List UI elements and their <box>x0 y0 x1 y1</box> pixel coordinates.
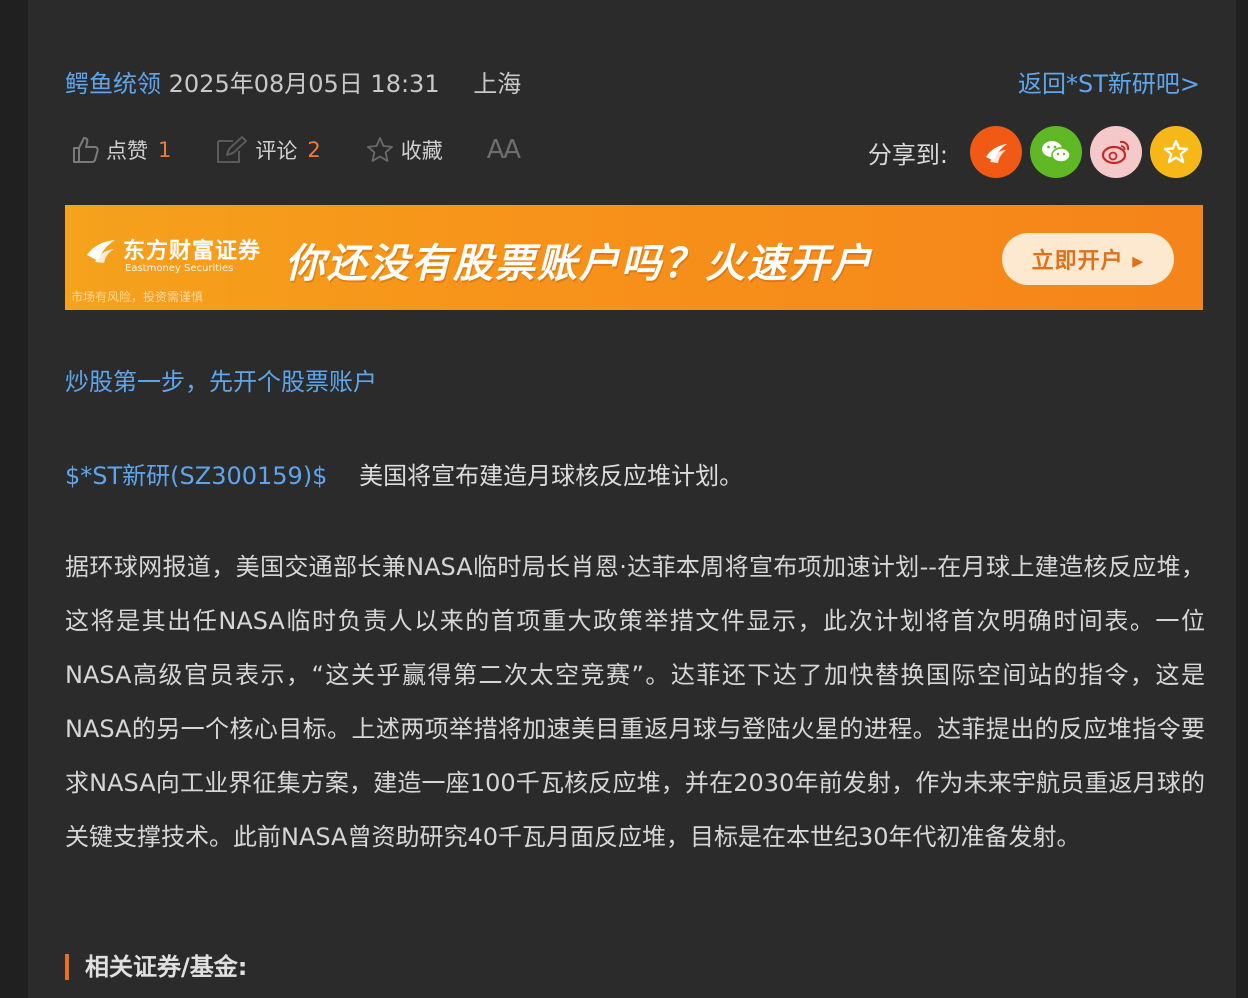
related-securities-heading: 相关证券/基金: <box>65 954 247 980</box>
post-meta: 鳄鱼统领 2025年08月05日 18:31 上海 <box>65 64 521 99</box>
banner-brand-en: Eastmoney Securities <box>125 263 234 274</box>
open-account-button[interactable]: 立即开户 ▸ <box>1002 233 1174 285</box>
thumbs-up-icon <box>73 137 99 163</box>
banner-slogan: 你还没有股票账户吗？火速开户 <box>285 241 873 287</box>
headline-text: 美国将宣布建造月球核反应堆计划。 <box>359 462 744 490</box>
banner-brand-cn: 东方财富证券 <box>123 238 262 264</box>
favorite-label: 收藏 <box>400 139 443 163</box>
eastmoney-logo-icon <box>87 240 115 263</box>
post-location: 上海 <box>473 70 522 98</box>
ad-banner[interactable]: 东方财富证券 Eastmoney Securities 市场有风险，投资需谨慎 … <box>65 205 1203 310</box>
share-bar: 分享到: <box>868 126 1202 178</box>
post-headline: $*ST新研(SZ300159)$ 美国将宣布建造月球核反应堆计划。 <box>65 456 743 491</box>
edit-comment-icon <box>217 136 248 163</box>
back-to-forum-link[interactable]: 返回*ST新研吧> <box>1018 64 1200 99</box>
star-outline-icon <box>366 137 393 162</box>
comment-button[interactable]: 评论 2 <box>215 135 321 165</box>
post-datetime: 2025年08月05日 18:31 <box>168 70 440 98</box>
favorite-star-icon <box>1163 139 1189 164</box>
weibo-icon <box>1101 140 1130 165</box>
post-body: 据环球网报道，美国交通部长兼NASA临时局长肖恩·达菲本周将宣布项加速计划--在… <box>65 553 1205 851</box>
promo-link[interactable]: 炒股第一步，先开个股票账户 <box>65 362 377 397</box>
share-favorite-button[interactable] <box>1150 126 1202 178</box>
stock-tag-link[interactable]: $*ST新研(SZ300159)$ <box>65 462 327 490</box>
favorite-button[interactable]: 收藏 <box>365 135 443 165</box>
eastmoney-icon <box>986 144 1007 163</box>
font-size-button[interactable]: AA <box>487 135 521 165</box>
share-eastmoney-button[interactable] <box>970 126 1022 178</box>
like-label: 点赞 <box>106 139 148 163</box>
wechat-icon <box>1042 141 1071 163</box>
author-link[interactable]: 鳄鱼统领 <box>65 70 161 98</box>
like-button[interactable]: 点赞 1 <box>70 135 171 165</box>
like-count: 1 <box>158 138 172 162</box>
banner-risk-notice: 市场有风险，投资需谨慎 <box>71 290 204 304</box>
share-label: 分享到: <box>867 140 948 169</box>
share-wechat-button[interactable] <box>1030 126 1082 178</box>
comment-label: 评论 <box>255 139 298 163</box>
share-weibo-button[interactable] <box>1090 126 1142 178</box>
post-page: 鳄鱼统领 2025年08月05日 18:31 上海 返回*ST新研吧> 点赞 1… <box>28 0 1236 998</box>
post-actions: 点赞 1 评论 2 收藏 AA <box>70 130 563 170</box>
comment-count: 2 <box>307 138 321 162</box>
